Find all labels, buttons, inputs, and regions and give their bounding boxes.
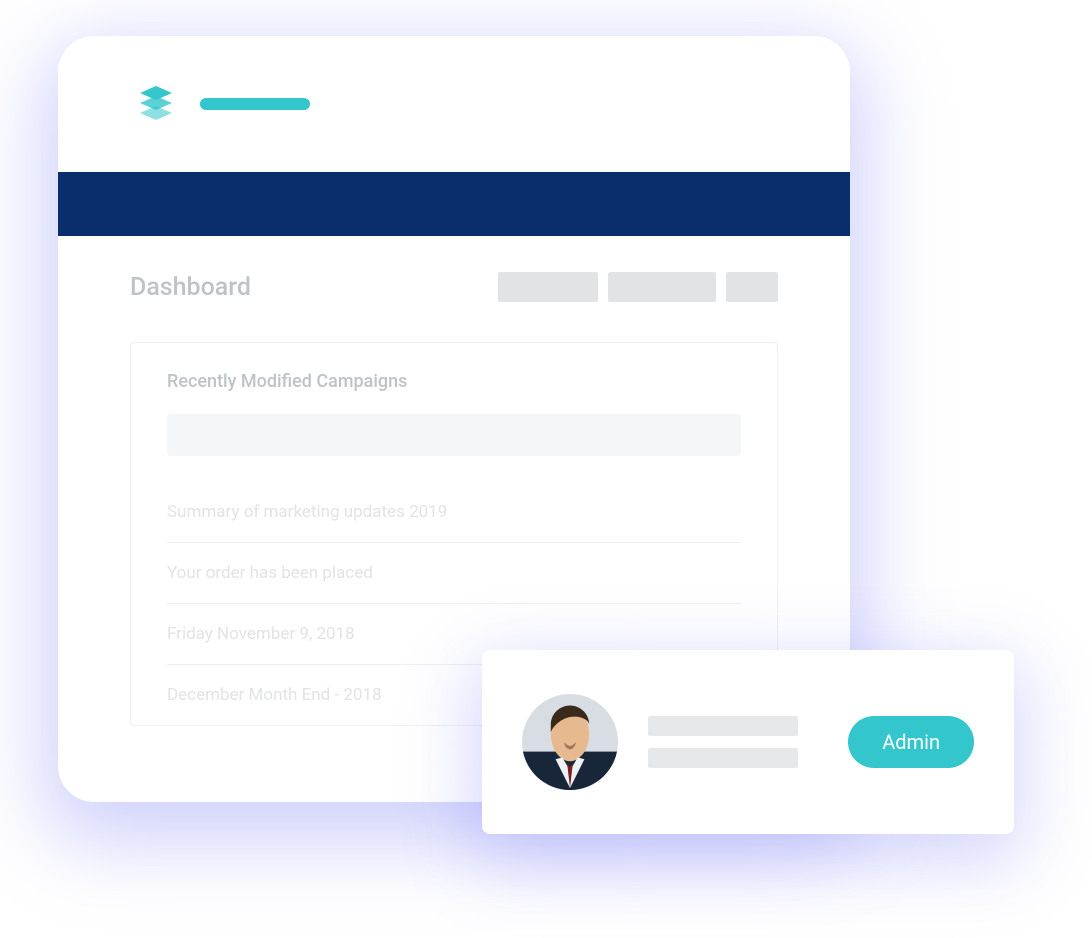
action-buttons-group [498, 272, 778, 302]
user-card: Admin [482, 650, 1014, 834]
filter-bar[interactable] [167, 414, 741, 456]
list-item[interactable]: Summary of marketing updates 2019 [167, 482, 741, 543]
user-meta-placeholder [648, 748, 798, 768]
action-placeholder-2[interactable] [608, 272, 716, 302]
brand-name-placeholder [200, 98, 310, 110]
title-row: Dashboard [130, 272, 778, 302]
nav-bar[interactable] [58, 172, 850, 236]
page-title: Dashboard [130, 273, 251, 302]
action-placeholder-1[interactable] [498, 272, 598, 302]
avatar [522, 694, 618, 790]
layers-logo-icon [136, 86, 176, 122]
role-badge[interactable]: Admin [848, 716, 974, 768]
list-item[interactable]: Your order has been placed [167, 543, 741, 604]
header [58, 36, 850, 172]
action-placeholder-3[interactable] [726, 272, 778, 302]
user-name-placeholder [648, 716, 798, 736]
user-info-placeholder [648, 716, 818, 768]
panel-title: Recently Modified Campaigns [167, 371, 741, 392]
